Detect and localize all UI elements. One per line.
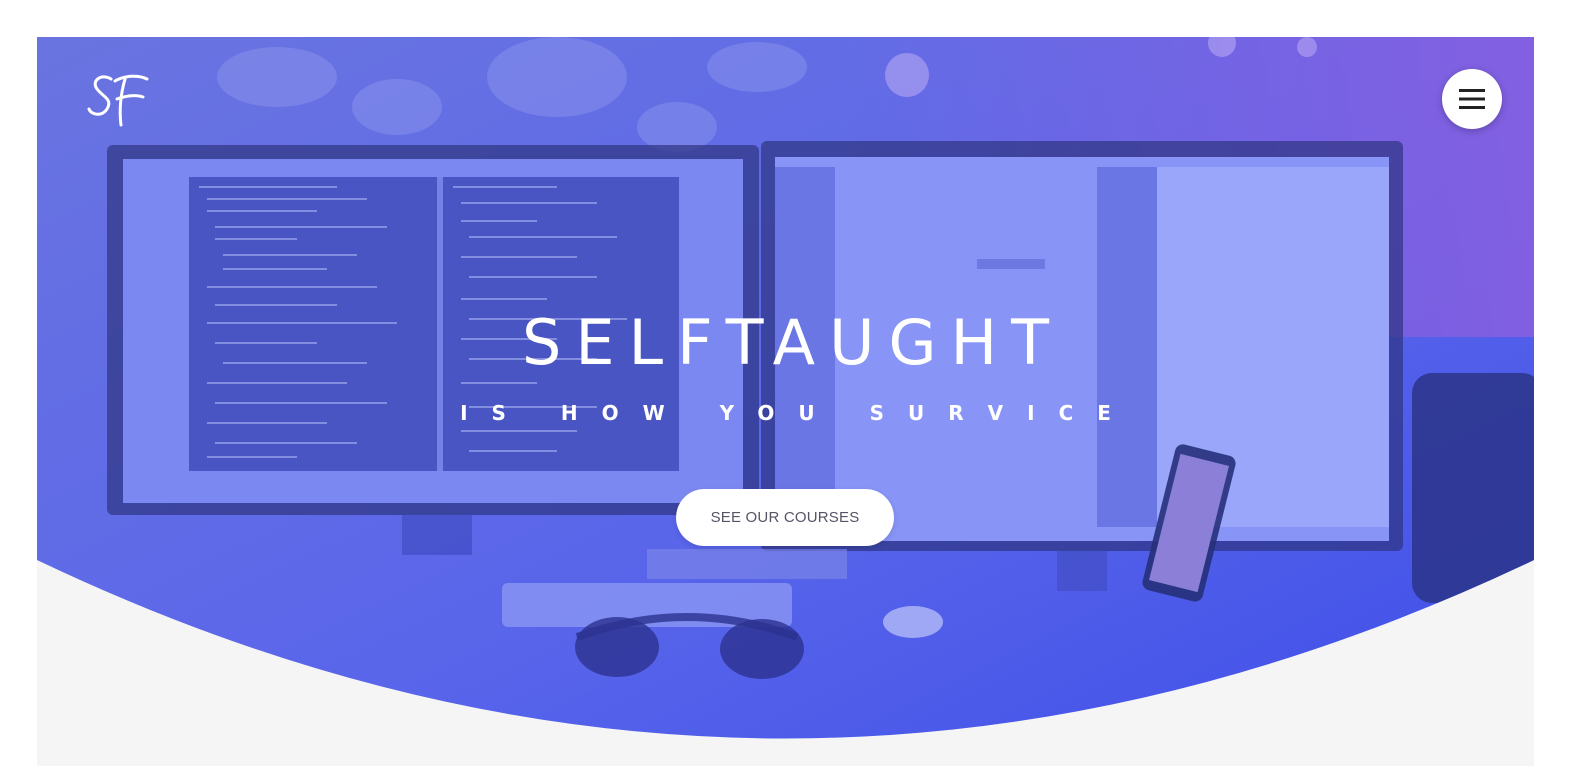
menu-button[interactable] <box>1442 69 1502 129</box>
hero-subtitle: IS HOW YOU SURVICE <box>460 401 1135 425</box>
hamburger-menu-icon <box>1459 89 1485 109</box>
hero-section: SELFTAUGHT IS HOW YOU SURVICE SEE OUR CO… <box>37 37 1534 766</box>
see-our-courses-button[interactable]: SEE OUR COURSES <box>676 489 894 546</box>
sf-logo-icon[interactable] <box>87 71 151 129</box>
hero-title: SELFTAUGHT <box>521 306 1064 379</box>
page-frame: SELFTAUGHT IS HOW YOU SURVICE SEE OUR CO… <box>37 37 1534 766</box>
